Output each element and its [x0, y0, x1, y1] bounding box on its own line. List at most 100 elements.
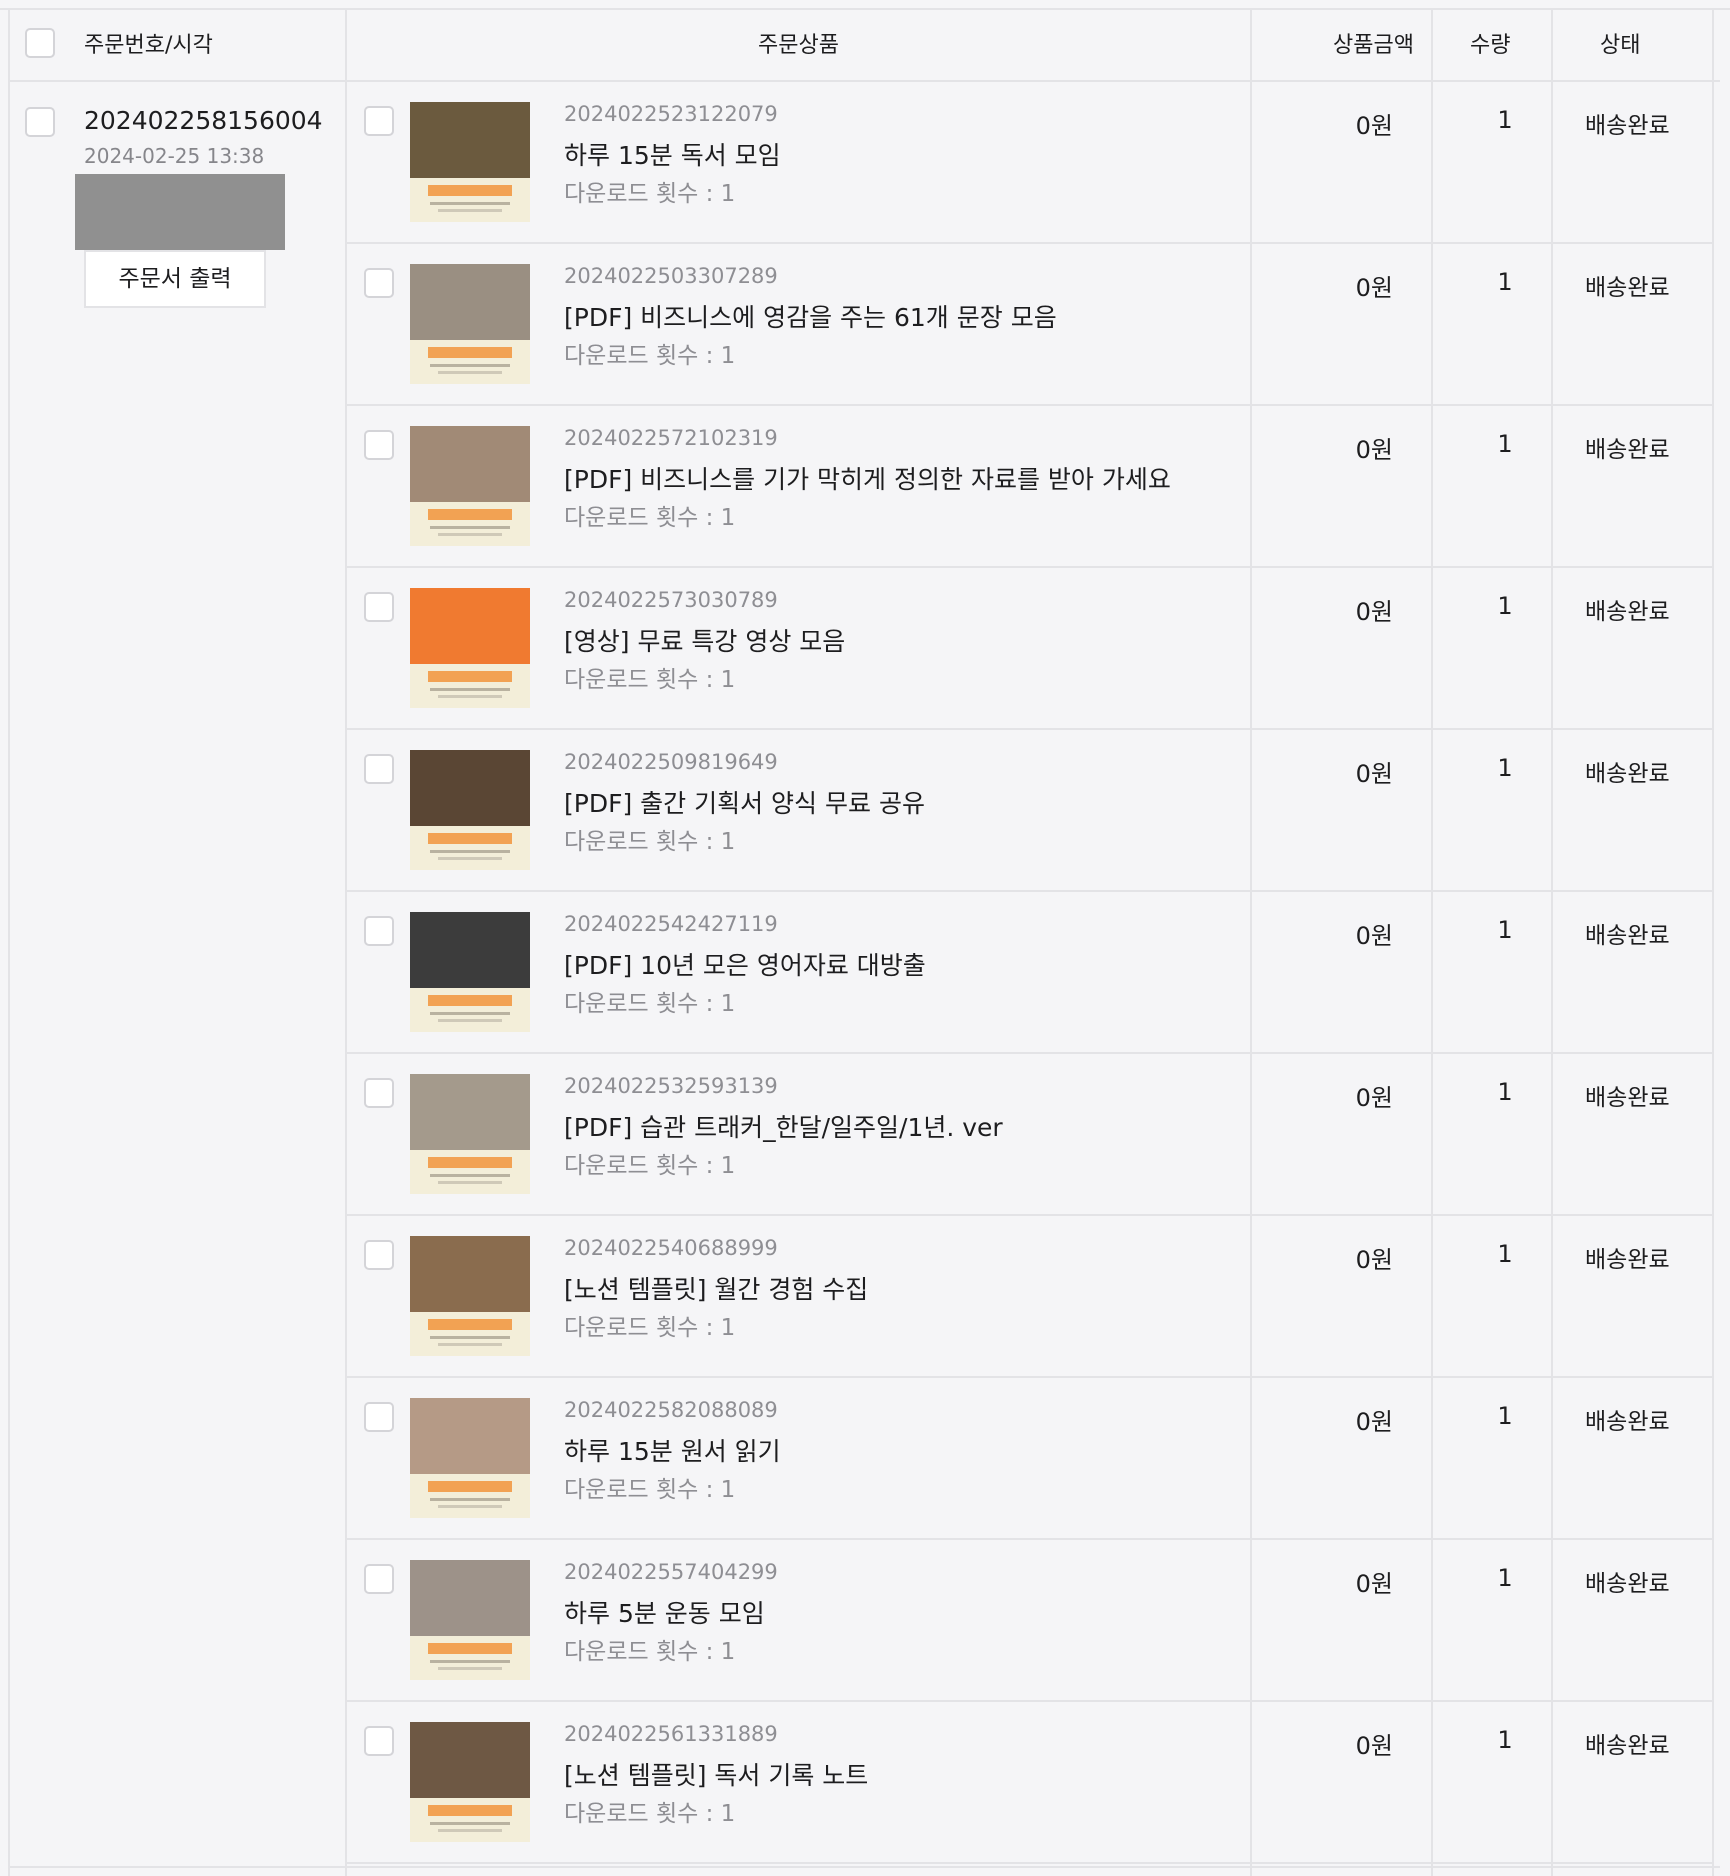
download-count: 다운로드 횟수 : 1 [564, 667, 736, 693]
thumbnail-tag [428, 1805, 512, 1816]
order-status: 배송완료 [1585, 1733, 1670, 1759]
item-checkbox[interactable] [364, 1564, 394, 1594]
order-time: 2024-02-25 13:38 [84, 144, 265, 168]
product-price: 0원 [1355, 1408, 1393, 1436]
product-code: 2024022540688999 [564, 1236, 778, 1260]
print-order-button[interactable]: 주문서 출력 [84, 250, 266, 308]
product-name[interactable]: [노션 템플릿] 월간 경험 수집 [564, 1270, 868, 1306]
thumbnail-photo [410, 588, 530, 664]
download-count: 다운로드 횟수 : 1 [564, 1153, 736, 1179]
download-count: 다운로드 횟수 : 1 [564, 1801, 736, 1827]
product-thumbnail[interactable] [410, 1398, 530, 1518]
thumbnail-caption [438, 533, 502, 536]
thumbnail-tag [428, 1643, 512, 1654]
thumbnail-photo [410, 264, 530, 340]
product-code: 2024022582088089 [564, 1398, 778, 1422]
item-checkbox[interactable] [364, 916, 394, 946]
order-number[interactable]: 202402258156004 [84, 106, 323, 135]
thumbnail-tag [428, 833, 512, 844]
bottom-border [8, 1866, 1720, 1868]
product-price: 0원 [1355, 598, 1393, 626]
product-thumbnail[interactable] [410, 1560, 530, 1680]
order-status: 배송완료 [1585, 1571, 1670, 1597]
product-name[interactable]: [노션 템플릿] 독서 기록 노트 [564, 1756, 868, 1792]
header-price: 상품금액 [1333, 33, 1414, 58]
order-status: 배송완료 [1585, 761, 1670, 787]
header-order-number: 주문번호/시각 [84, 33, 213, 58]
redacted-area [75, 174, 285, 250]
thumbnail-caption [438, 1343, 502, 1346]
product-thumbnail[interactable] [410, 102, 530, 222]
product-thumbnail[interactable] [410, 1236, 530, 1356]
thumbnail-tag [428, 1481, 512, 1492]
product-thumbnail[interactable] [410, 750, 530, 870]
thumbnail-photo [410, 1074, 530, 1150]
order-status: 배송완료 [1585, 599, 1670, 625]
thumbnail-caption [438, 371, 502, 374]
product-name[interactable]: 하루 5분 운동 모임 [564, 1594, 765, 1630]
thumbnail-caption [430, 1822, 510, 1825]
item-checkbox[interactable] [364, 106, 394, 136]
product-quantity: 1 [1497, 592, 1513, 620]
product-code: 2024022557404299 [564, 1560, 778, 1584]
product-thumbnail[interactable] [410, 264, 530, 384]
thumbnail-caption [438, 209, 502, 212]
product-name[interactable]: [PDF] 비즈니스에 영감을 주는 61개 문장 모음 [564, 298, 1057, 334]
item-checkbox[interactable] [364, 430, 394, 460]
item-checkbox[interactable] [364, 592, 394, 622]
table-row: 2024022572102319 [PDF] 비즈니스를 기가 막히게 정의한 … [347, 406, 1712, 568]
product-thumbnail[interactable] [410, 912, 530, 1032]
download-count: 다운로드 횟수 : 1 [564, 1477, 736, 1503]
download-count: 다운로드 횟수 : 1 [564, 991, 736, 1017]
table-row: 2024022523122079 하루 15분 독서 모임 다운로드 횟수 : … [347, 82, 1712, 244]
thumbnail-tag [428, 671, 512, 682]
item-checkbox[interactable] [364, 754, 394, 784]
thumbnail-caption [438, 1829, 502, 1832]
product-price: 0원 [1355, 1246, 1393, 1274]
product-price: 0원 [1355, 274, 1393, 302]
product-quantity: 1 [1497, 916, 1513, 944]
product-quantity: 1 [1497, 268, 1513, 296]
product-price: 0원 [1355, 760, 1393, 788]
thumbnail-caption [430, 1498, 510, 1501]
download-count: 다운로드 횟수 : 1 [564, 181, 736, 207]
table-row: 2024022542427119 [PDF] 10년 모은 영어자료 대방출 다… [347, 892, 1712, 1054]
thumbnail-caption [438, 1181, 502, 1184]
thumbnail-photo [410, 1722, 530, 1798]
product-price: 0원 [1355, 436, 1393, 464]
product-name[interactable]: [PDF] 습관 트래커_한달/일주일/1년. ver [564, 1108, 1003, 1144]
product-name[interactable]: 하루 15분 독서 모임 [564, 136, 781, 172]
item-checkbox[interactable] [364, 268, 394, 298]
item-checkbox[interactable] [364, 1726, 394, 1756]
product-code: 2024022572102319 [564, 426, 778, 450]
table-row: 2024022573030789 [영상] 무료 특강 영상 모음 다운로드 횟… [347, 568, 1712, 730]
product-thumbnail[interactable] [410, 1722, 530, 1842]
product-name[interactable]: [PDF] 출간 기획서 양식 무료 공유 [564, 784, 925, 820]
order-checkbox[interactable] [25, 107, 55, 137]
product-thumbnail[interactable] [410, 588, 530, 708]
column-divider [1712, 10, 1714, 1876]
product-name[interactable]: [PDF] 10년 모은 영어자료 대방출 [564, 946, 926, 982]
product-thumbnail[interactable] [410, 1074, 530, 1194]
select-all-checkbox[interactable] [25, 28, 55, 58]
item-checkbox[interactable] [364, 1402, 394, 1432]
thumbnail-photo [410, 426, 530, 502]
product-price: 0원 [1355, 1732, 1393, 1760]
thumbnail-caption [438, 1019, 502, 1022]
product-quantity: 1 [1497, 1564, 1513, 1592]
item-checkbox[interactable] [364, 1078, 394, 1108]
thumbnail-caption [438, 695, 502, 698]
product-name[interactable]: 하루 15분 원서 읽기 [564, 1432, 781, 1468]
thumbnail-photo [410, 750, 530, 826]
thumbnail-caption [430, 1012, 510, 1015]
header-product: 주문상품 [758, 33, 839, 58]
product-code: 2024022523122079 [564, 102, 778, 126]
table-row: 2024022503307289 [PDF] 비즈니스에 영감을 주는 61개 … [347, 244, 1712, 406]
product-name[interactable]: [영상] 무료 특강 영상 모음 [564, 622, 845, 658]
item-checkbox[interactable] [364, 1240, 394, 1270]
product-thumbnail[interactable] [410, 426, 530, 546]
product-name[interactable]: [PDF] 비즈니스를 기가 막히게 정의한 자료를 받아 가세요 [564, 460, 1171, 496]
thumbnail-caption [430, 688, 510, 691]
table-row: 2024022540688999 [노션 템플릿] 월간 경험 수집 다운로드 … [347, 1216, 1712, 1378]
product-quantity: 1 [1497, 754, 1513, 782]
